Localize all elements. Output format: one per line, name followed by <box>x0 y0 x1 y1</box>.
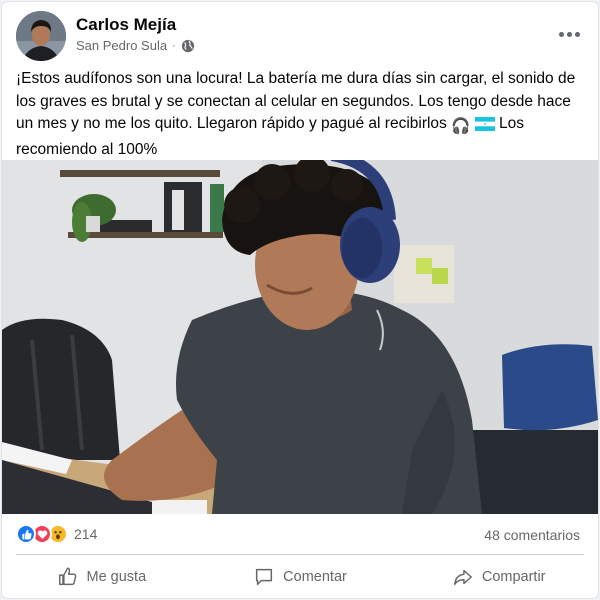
headphones-emoji: 🎧 <box>451 118 471 135</box>
meta-separator: · <box>172 39 176 52</box>
post-stats: 214 48 comentarios <box>2 514 598 554</box>
comment-label: Comentar <box>283 568 347 585</box>
globe-icon[interactable] <box>181 39 195 53</box>
more-options-icon[interactable] <box>554 24 584 44</box>
comments-count[interactable]: 48 comentarios <box>484 527 580 543</box>
post-header: Carlos Mejía San Pedro Sula · <box>2 2 598 66</box>
avatar[interactable] <box>16 11 66 61</box>
post-text: ¡Estos audífonos son una locura! La bate… <box>16 68 586 161</box>
comment-icon <box>256 568 273 585</box>
post-meta: San Pedro Sula · <box>76 38 195 53</box>
share-label: Compartir <box>481 568 546 585</box>
location-label[interactable]: San Pedro Sula <box>76 38 167 53</box>
post-card: Carlos Mejía San Pedro Sula · ¡Estos aud… <box>2 2 598 598</box>
share-icon <box>453 569 472 585</box>
honduras-flag-icon <box>474 117 495 131</box>
like-label: Me gusta <box>86 568 147 585</box>
like-button[interactable]: Me gusta <box>2 555 201 598</box>
thumbs-up-icon <box>58 567 76 585</box>
post-actions: Me gusta Comentar Compartir <box>2 555 598 598</box>
author-name[interactable]: Carlos Mejía <box>76 15 176 35</box>
share-button[interactable]: Compartir <box>399 555 598 598</box>
reactions-summary[interactable]: 214 <box>16 524 97 544</box>
post-photo[interactable] <box>2 160 598 514</box>
reaction-count: 214 <box>74 526 98 542</box>
like-icon <box>16 524 36 544</box>
comment-button[interactable]: Comentar <box>201 555 400 598</box>
